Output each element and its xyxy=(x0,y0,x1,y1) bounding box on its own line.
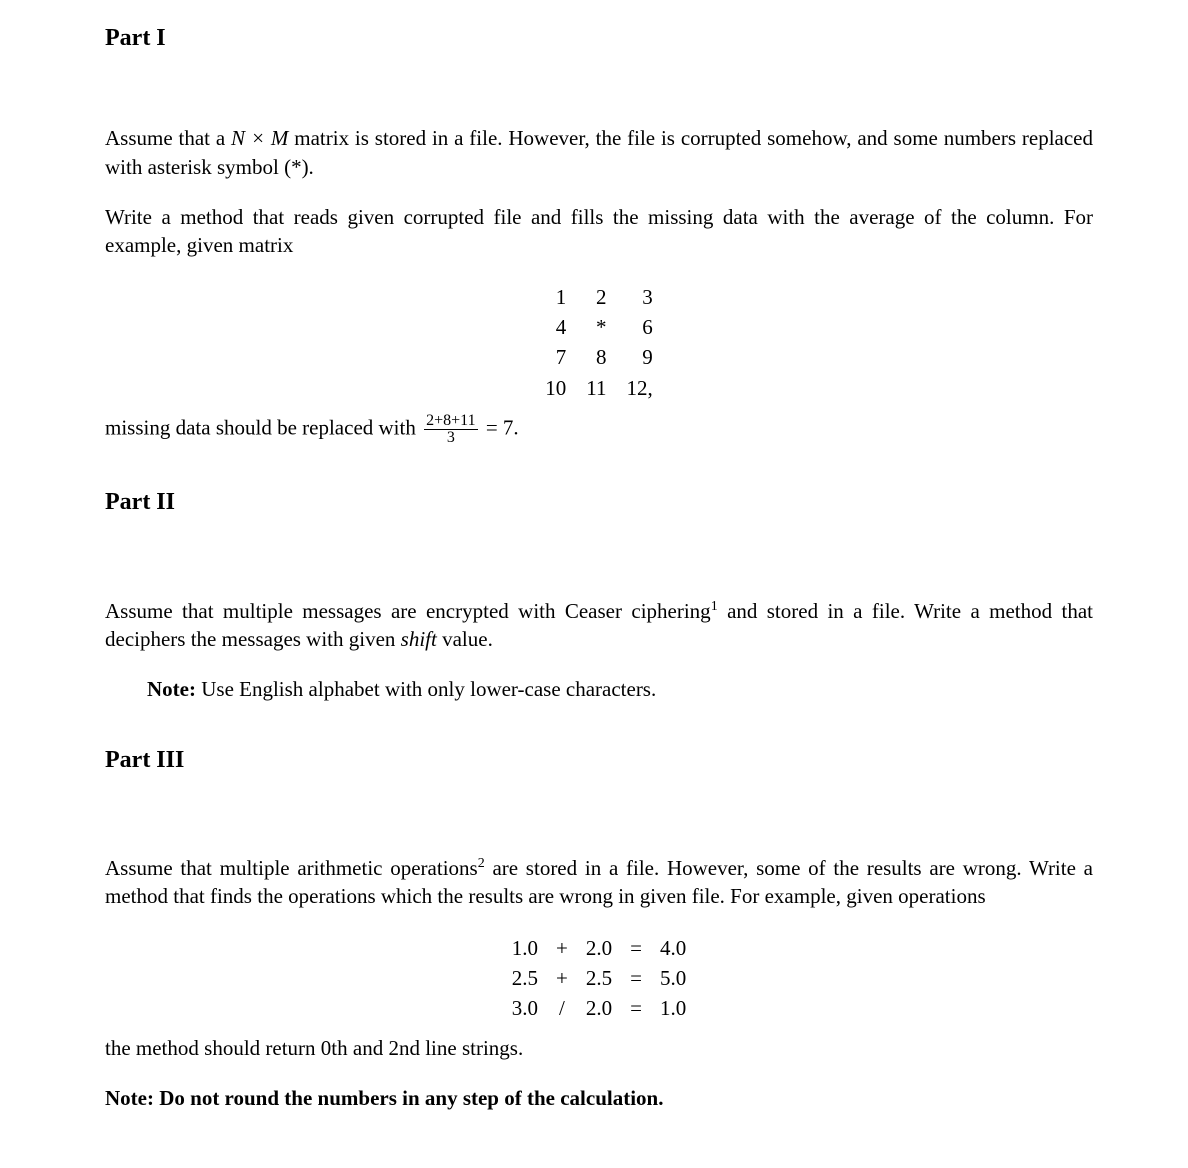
note-label: Note: xyxy=(147,677,196,701)
part3-note: Note: Do not round the numbers in any st… xyxy=(105,1084,1093,1112)
matrix-cell: 10 xyxy=(535,373,576,403)
op-cell: + xyxy=(547,933,577,963)
op-cell: 3.0 xyxy=(503,993,547,1023)
part3-paragraph-2: the method should return 0th and 2nd lin… xyxy=(105,1034,1093,1062)
text: Assume that multiple arithmetic operatio… xyxy=(105,856,478,880)
part1-heading: Part I xyxy=(105,22,1093,54)
footnote-ref-1: 1 xyxy=(711,599,718,614)
matrix-cell: 4 xyxy=(535,312,576,342)
op-cell: 2.5 xyxy=(577,963,621,993)
op-cell: = xyxy=(621,993,651,1023)
footnote-ref-2: 2 xyxy=(478,856,485,871)
part3-paragraph-1: Assume that multiple arithmetic operatio… xyxy=(105,854,1093,911)
text: Assume that multiple messages are encryp… xyxy=(105,599,711,623)
text: value. xyxy=(437,627,493,651)
operations-table: 1.0 + 2.0 = 4.0 2.5 + 2.5 = 5.0 3.0 / 2.… xyxy=(503,933,695,1024)
matrix-cell: 3 xyxy=(616,282,662,312)
op-cell: 2.0 xyxy=(577,933,621,963)
nm-matrix: N × M xyxy=(231,126,288,150)
part1-paragraph-1: Assume that a N × M matrix is stored in … xyxy=(105,124,1093,181)
matrix-cell: 1 xyxy=(535,282,576,312)
matrix-cell: 6 xyxy=(616,312,662,342)
op-cell: 2.5 xyxy=(503,963,547,993)
matrix-cell: 7 xyxy=(535,342,576,372)
matrix-table: 1 2 3 4 * 6 7 8 9 10 11 12, xyxy=(535,282,662,403)
table-row: 7 8 9 xyxy=(535,342,662,372)
op-cell: 1.0 xyxy=(503,933,547,963)
table-row: 10 11 12, xyxy=(535,373,662,403)
text: missing data should be replaced with xyxy=(105,415,421,439)
part3-heading: Part III xyxy=(105,744,1093,776)
part2-note: Note: Use English alphabet with only low… xyxy=(147,675,1093,703)
table-row: 3.0 / 2.0 = 1.0 xyxy=(503,993,695,1023)
shift-word: shift xyxy=(401,627,437,651)
example-matrix: 1 2 3 4 * 6 7 8 9 10 11 12, xyxy=(105,282,1093,403)
op-cell: + xyxy=(547,963,577,993)
fraction: 2+8+113 xyxy=(424,413,477,446)
part1-paragraph-2: Write a method that reads given corrupte… xyxy=(105,203,1093,260)
part2-heading: Part II xyxy=(105,486,1093,518)
matrix-cell: 12, xyxy=(616,373,662,403)
table-row: 1.0 + 2.0 = 4.0 xyxy=(503,933,695,963)
op-cell: 1.0 xyxy=(651,993,695,1023)
note-text: Use English alphabet with only lower-cas… xyxy=(196,677,656,701)
matrix-cell: 9 xyxy=(616,342,662,372)
matrix-cell: * xyxy=(576,312,616,342)
matrix-cell: 2 xyxy=(576,282,616,312)
part1-paragraph-3: missing data should be replaced with 2+8… xyxy=(105,413,1093,446)
matrix-cell: 11 xyxy=(576,373,616,403)
op-cell: 5.0 xyxy=(651,963,695,993)
op-cell: = xyxy=(621,963,651,993)
fraction-denominator: 3 xyxy=(424,430,477,446)
op-cell: 2.0 xyxy=(577,993,621,1023)
op-cell: / xyxy=(547,993,577,1023)
table-row: 4 * 6 xyxy=(535,312,662,342)
op-cell: = xyxy=(621,933,651,963)
operations-block: 1.0 + 2.0 = 4.0 2.5 + 2.5 = 5.0 3.0 / 2.… xyxy=(105,933,1093,1024)
matrix-cell: 8 xyxy=(576,342,616,372)
text: = 7. xyxy=(481,415,519,439)
part2-paragraph-1: Assume that multiple messages are encryp… xyxy=(105,597,1093,654)
table-row: 2.5 + 2.5 = 5.0 xyxy=(503,963,695,993)
table-row: 1 2 3 xyxy=(535,282,662,312)
text: Assume that a xyxy=(105,126,231,150)
op-cell: 4.0 xyxy=(651,933,695,963)
fraction-numerator: 2+8+11 xyxy=(424,413,477,430)
